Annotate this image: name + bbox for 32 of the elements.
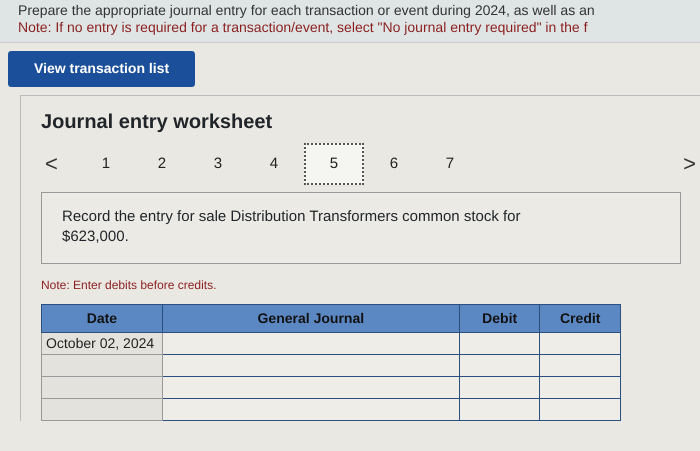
view-transaction-list-button[interactable]: View transaction list — [8, 51, 196, 87]
account-input[interactable] — [162, 398, 460, 420]
instruction-text: Prepare the appropriate journal entry for each transaction or event during 2024, as well as an — [18, 2, 596, 19]
account-input[interactable] — [162, 332, 460, 354]
prompt-text: Record the entry for sale Distribution Transformers common stock for $623,000. — [62, 207, 522, 247]
step-tab[interactable]: 3 — [192, 146, 244, 182]
step-tab[interactable]: 1 — [80, 146, 132, 182]
date-cell: October 02, 2024 — [42, 332, 162, 354]
column-header: Date — [42, 304, 162, 332]
worksheet-title: Journal entry worksheet — [41, 110, 274, 134]
next-button[interactable]: > — [679, 153, 700, 175]
account-input[interactable] — [162, 354, 460, 376]
credit-input[interactable] — [540, 376, 620, 398]
column-header: Debit — [459, 304, 540, 332]
previous-button[interactable]: < — [41, 153, 62, 175]
column-header: General Journal — [162, 304, 460, 332]
step-tab[interactable]: 4 — [248, 146, 300, 182]
note-text: Note: If no entry is required for a transaction/event, select "No journal entry required" in the f — [18, 19, 588, 36]
debit-input[interactable] — [459, 376, 540, 398]
debit-input[interactable] — [459, 332, 540, 354]
account-input[interactable] — [162, 376, 460, 398]
step-tab[interactable]: 7 — [424, 146, 476, 182]
step-tab[interactable]: 6 — [368, 146, 420, 182]
step-tab[interactable]: 2 — [136, 146, 188, 182]
credit-input[interactable] — [540, 332, 620, 354]
credit-input[interactable] — [540, 398, 620, 420]
credit-input[interactable] — [540, 354, 620, 376]
debit-input[interactable] — [459, 354, 540, 376]
note-text: Note: Enter debits before credits. — [41, 277, 218, 294]
step-tab[interactable]: 5 — [304, 143, 364, 185]
debit-input[interactable] — [459, 398, 540, 420]
column-header: Credit — [540, 304, 620, 332]
